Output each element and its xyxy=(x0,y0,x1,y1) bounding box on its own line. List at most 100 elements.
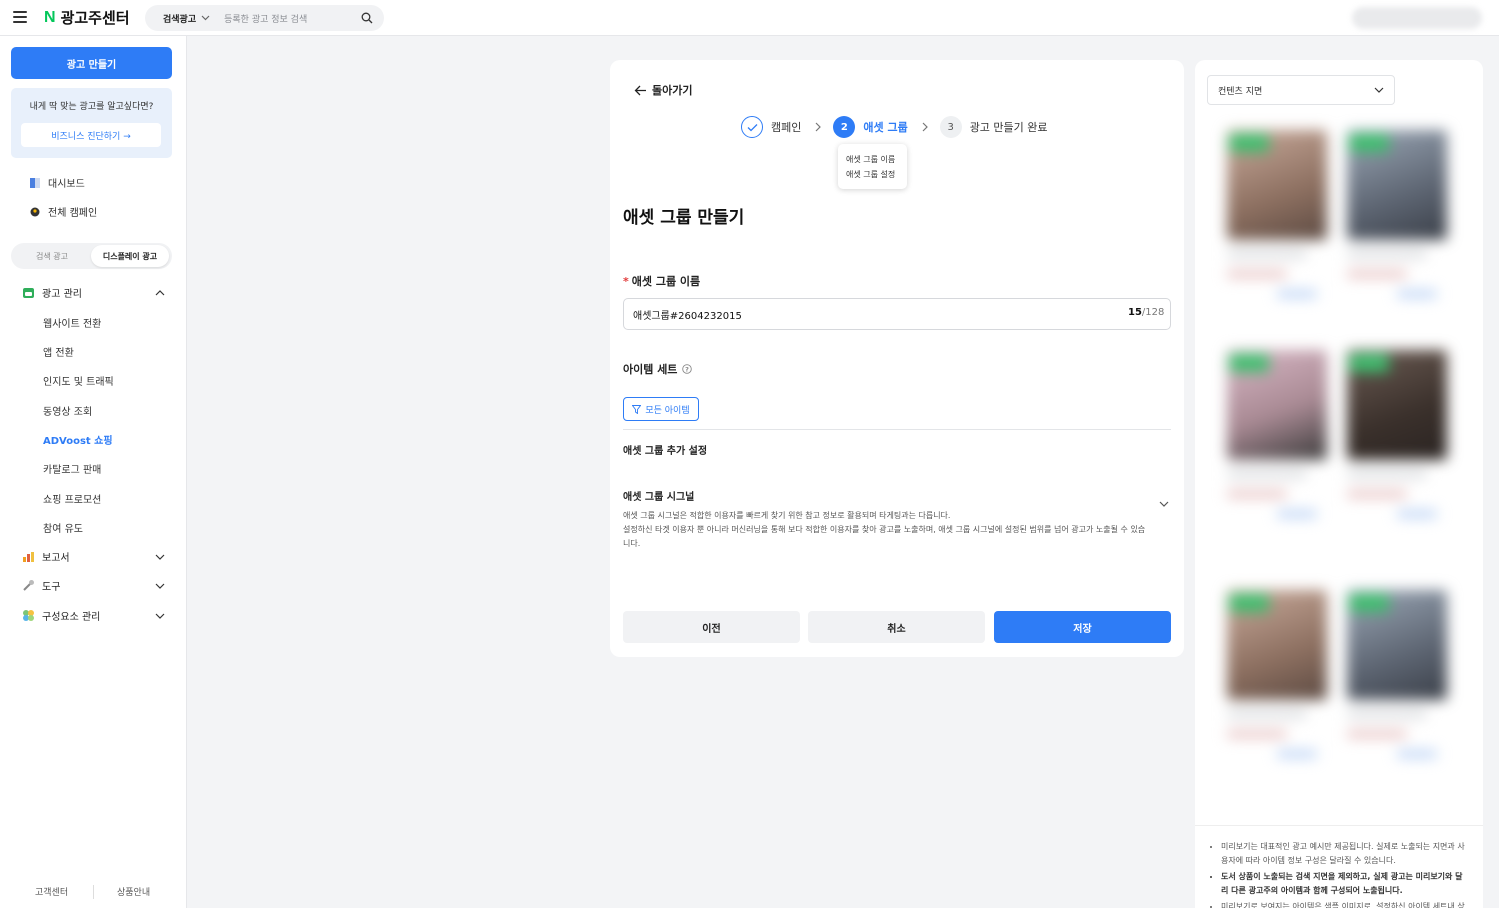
chevron-down-icon xyxy=(1374,87,1384,93)
counter-max: /128 xyxy=(1141,307,1165,318)
chart-icon xyxy=(23,552,34,562)
wrench-icon xyxy=(23,580,34,591)
text-line xyxy=(1227,250,1307,258)
step-2-label: 애셋 그룹 xyxy=(863,121,908,134)
business-diagnosis-button[interactable]: 비즈니스 진단하기 → xyxy=(21,123,161,147)
logo[interactable]: N 광고주센터 xyxy=(44,7,130,28)
sidebar-group-ad-management[interactable]: 광고 관리 xyxy=(22,285,165,300)
preview-note: 미리보기로 보여지는 아이템은 샘플 이미지로, 설정하신 아이템 세트내 상 xyxy=(1221,900,1469,908)
logo-text: 광고주센터 xyxy=(60,9,130,27)
sidebar-item-engagement[interactable]: 참여 유도 xyxy=(43,520,83,535)
step-2-number: 2 xyxy=(833,116,856,138)
sidebar-group-reports[interactable]: 보고서 xyxy=(22,549,165,564)
sidebar-group-tools[interactable]: 도구 xyxy=(22,578,165,593)
preview-tag xyxy=(1349,134,1389,152)
asset-group-name-label: * 애셋 그룹 이름 xyxy=(623,273,700,289)
divider xyxy=(93,885,94,899)
tooltip-item[interactable]: 애셋 그룹 이름 xyxy=(846,152,907,167)
text-line xyxy=(1347,710,1427,718)
preview-ad-tile xyxy=(1227,350,1327,550)
chevron-right-icon xyxy=(922,122,928,132)
text-line xyxy=(1277,290,1317,298)
ad-management-icon xyxy=(23,288,34,298)
components-icon xyxy=(23,610,34,621)
required-asterisk: * xyxy=(623,275,629,288)
top-bar: N 광고주센터 검색광고 등록한 광고 정보 검색 xyxy=(0,0,1499,36)
chevron-down-icon[interactable] xyxy=(1159,501,1169,507)
label-text: 아이템 세트 xyxy=(623,363,678,376)
preview-tag xyxy=(1229,354,1269,372)
preview-ad-tile xyxy=(1347,350,1447,550)
asset-group-name-input[interactable] xyxy=(623,298,1171,330)
stepper: 캠페인 2 애셋 그룹 3 광고 만들기 완료 xyxy=(741,116,1048,138)
preview-ad-mockup xyxy=(1195,110,1483,820)
sidebar-item-website-conversion[interactable]: 웹사이트 전환 xyxy=(43,315,101,330)
promo-box: 내게 딱 맞는 광고를 알고싶다면? 비즈니스 진단하기 → xyxy=(11,88,172,158)
text-line xyxy=(1227,470,1307,478)
preview-notes: 미리보기는 대표적인 광고 예시만 제공됩니다. 실제로 노출되는 지면과 사용… xyxy=(1195,825,1483,908)
text-line xyxy=(1347,730,1407,738)
product-guide-link[interactable]: 상품안내 xyxy=(117,885,150,898)
preview-panel: 컨텐츠 지면 • 미리보기는 대표적인 광고 예시만 제공됩니다. 실제로 노출… xyxy=(1195,60,1483,908)
sidebar-item-awareness-traffic[interactable]: 인지도 및 트래픽 xyxy=(43,373,114,388)
extra-settings-title: 애셋 그룹 추가 설정 xyxy=(623,446,708,457)
chevron-right-icon xyxy=(815,122,822,132)
sidebar-item-shopping-promotion[interactable]: 쇼핑 프로모션 xyxy=(43,491,101,506)
text-line xyxy=(1347,490,1407,498)
page-title: 애셋 그룹 만들기 xyxy=(623,208,745,228)
preview-note: 도서 상품이 노출되는 검색 지면을 제외하고, 실제 광고는 미리보기와 달리… xyxy=(1221,870,1469,898)
sidebar-item-advoost-shopping[interactable]: ADVoost 쇼핑 xyxy=(43,432,113,447)
placement-select[interactable]: 컨텐츠 지면 xyxy=(1207,75,1395,105)
help-icon[interactable]: ? xyxy=(682,364,693,374)
asset-group-signal-title[interactable]: 애셋 그룹 시그널 xyxy=(623,488,694,503)
make-ad-button[interactable]: 광고 만들기 xyxy=(11,47,172,79)
text-line xyxy=(1397,510,1437,518)
chevron-down-icon[interactable] xyxy=(201,15,210,21)
save-button[interactable]: 저장 xyxy=(994,611,1171,643)
chevron-up-icon xyxy=(155,289,165,295)
text-line xyxy=(1277,750,1317,758)
sidebar-item-dashboard[interactable]: 대시보드 xyxy=(29,175,85,190)
chevron-down-icon xyxy=(155,613,165,619)
sidebar-group-components[interactable]: 구성요소 관리 xyxy=(22,608,165,623)
tab-search-ads[interactable]: 검색 광고 xyxy=(13,245,91,267)
sidebar-item-video-views[interactable]: 동영상 조회 xyxy=(43,403,92,418)
sidebar-item-catalog-sales[interactable]: 카탈로그 판매 xyxy=(43,461,101,476)
sidebar-item-all-campaigns[interactable]: 전체 캠페인 xyxy=(29,204,97,219)
sidebar-group-label: 광고 관리 xyxy=(42,289,82,300)
global-search: 검색광고 등록한 광고 정보 검색 xyxy=(145,5,384,31)
user-account-area[interactable] xyxy=(1352,7,1482,29)
cancel-button[interactable]: 취소 xyxy=(808,611,985,643)
preview-tag xyxy=(1229,594,1269,612)
sidebar-group-label: 보고서 xyxy=(42,553,70,564)
step-1-label: 캠페인 xyxy=(771,121,802,134)
signal-desc-line: 애셋 그룹 시그널은 적합한 이용자를 빠르게 찾기 위한 참고 정보로 활용되… xyxy=(623,511,951,520)
sidebar-item-label: 대시보드 xyxy=(48,179,85,190)
sidebar-footer: 고객센터 상품안내 xyxy=(0,885,187,899)
text-line xyxy=(1277,510,1317,518)
customer-center-link[interactable]: 고객센터 xyxy=(35,885,68,898)
chevron-down-icon xyxy=(155,554,165,560)
placement-select-value: 컨텐츠 지면 xyxy=(1218,86,1263,97)
search-icon[interactable] xyxy=(361,12,373,24)
previous-button[interactable]: 이전 xyxy=(623,611,800,643)
preview-ad-tile xyxy=(1347,590,1447,790)
sidebar-group-label: 구성요소 관리 xyxy=(42,612,101,623)
hamburger-menu-icon[interactable] xyxy=(13,11,27,23)
preview-tag xyxy=(1349,594,1389,612)
rocket-icon xyxy=(30,207,40,216)
back-button[interactable]: 돌아가기 xyxy=(634,82,692,98)
divider xyxy=(623,429,1171,430)
preview-tag xyxy=(1229,134,1269,152)
all-items-filter-button[interactable]: 모든 아이템 xyxy=(623,397,699,421)
search-type-select[interactable]: 검색광고 xyxy=(163,12,196,25)
dashboard-icon xyxy=(30,177,40,188)
search-input[interactable]: 등록한 광고 정보 검색 xyxy=(224,12,361,25)
ad-type-segment: 검색 광고 디스플레이 광고 xyxy=(11,243,172,269)
tab-display-ads[interactable]: 디스플레이 광고 xyxy=(91,245,169,267)
tooltip-item[interactable]: 애셋 그룹 설정 xyxy=(846,167,907,182)
step-1-check-icon xyxy=(741,116,763,138)
sidebar-item-app-conversion[interactable]: 앱 전환 xyxy=(43,344,74,359)
preview-note: 미리보기는 대표적인 광고 예시만 제공됩니다. 실제로 노출되는 지면과 사용… xyxy=(1221,840,1469,868)
step-tooltip: 애셋 그룹 이름 애셋 그룹 설정 xyxy=(838,144,907,189)
